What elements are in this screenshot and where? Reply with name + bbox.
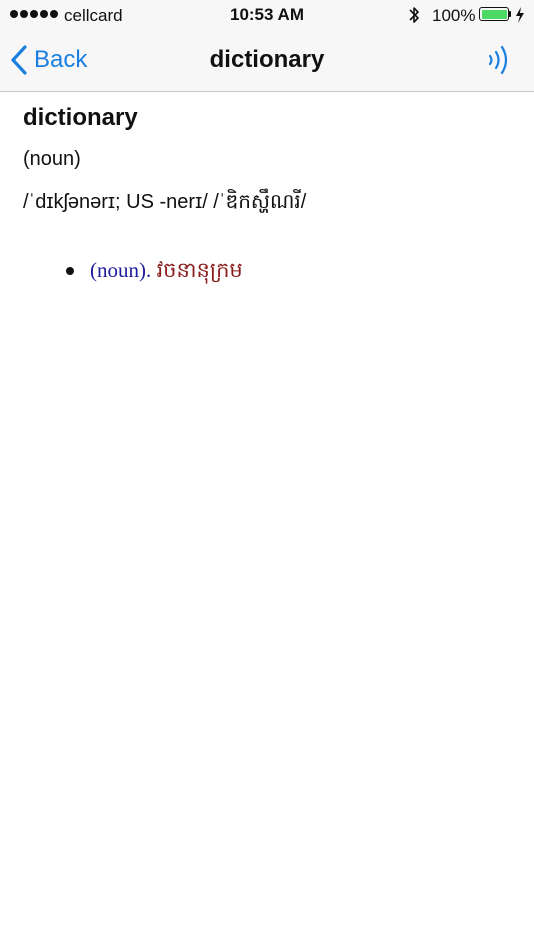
battery-percent: 100% bbox=[432, 6, 476, 25]
definition-pos: (noun). bbox=[90, 258, 152, 282]
entry-word: dictionary bbox=[23, 104, 138, 131]
navigation-bar: Back dictionary bbox=[0, 30, 534, 92]
battery-icon bbox=[479, 7, 509, 21]
bullet-icon bbox=[66, 267, 74, 275]
page-title: dictionary bbox=[209, 46, 325, 73]
battery-tip bbox=[509, 11, 511, 17]
status-bar: cellcard 10:53 AM 100% bbox=[0, 0, 534, 30]
definition-list: (noun). វចនានុក្រម bbox=[0, 257, 243, 288]
entry-pronunciation: /ˈdɪkʃənərɪ; US -nerɪ/ /ˈឌិកស្ហឹណរី/ bbox=[23, 191, 307, 213]
definition-text: វចនានុក្រម bbox=[151, 258, 243, 282]
lightning-icon bbox=[516, 7, 524, 23]
entry-part-of-speech: (noun) bbox=[23, 148, 81, 170]
sound-waves-icon[interactable] bbox=[486, 44, 514, 76]
bluetooth-icon bbox=[409, 7, 419, 23]
list-item: (noun). វចនានុក្រម bbox=[0, 257, 243, 288]
